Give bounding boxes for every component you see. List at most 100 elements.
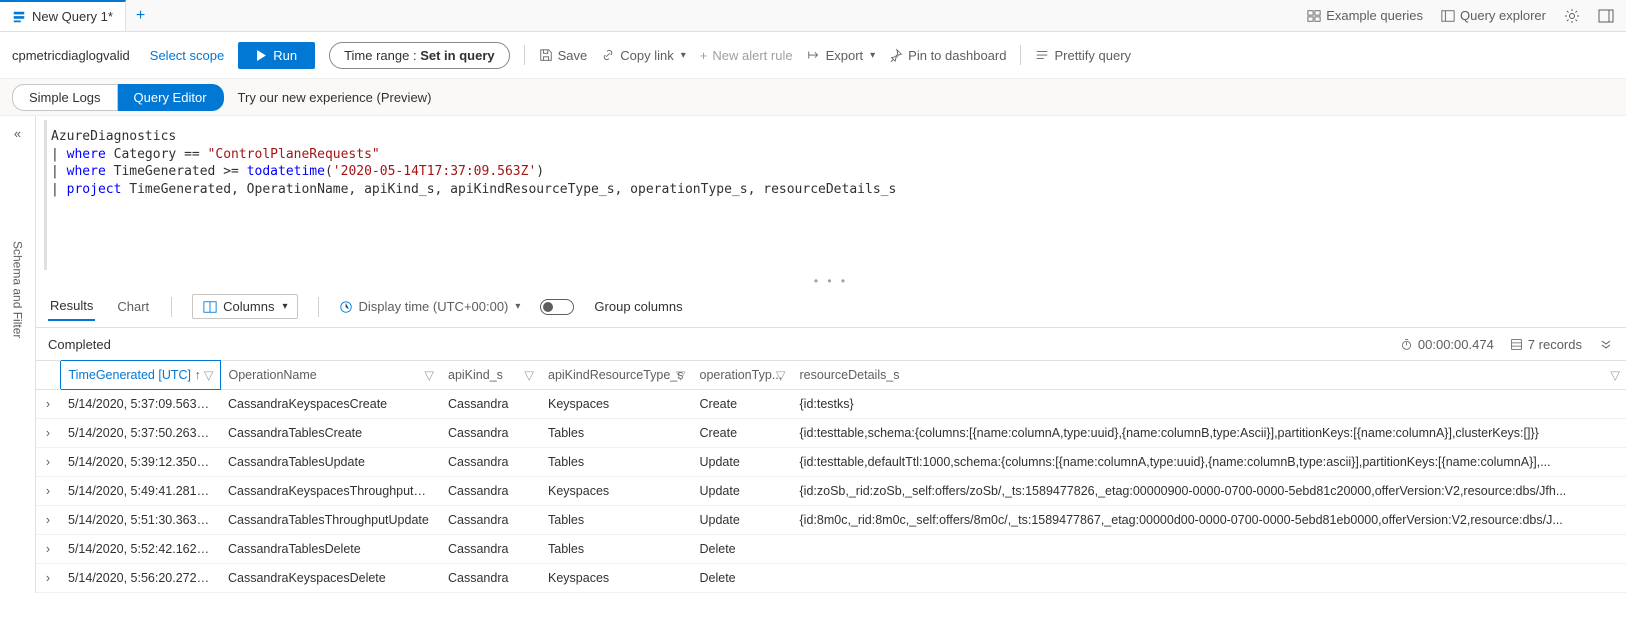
query-explorer-link[interactable]: Query explorer [1441,8,1546,23]
scope-name: cpmetricdiaglogvalid [12,48,130,63]
sidebar-expand-icon[interactable]: « [14,126,21,141]
table-row[interactable]: ›5/14/2020, 5:37:50.263 PMCassandraTable… [36,419,1626,448]
preview-link[interactable]: Try our new experience (Preview) [238,90,432,105]
cell-kind: Cassandra [440,390,540,419]
col-apikind[interactable]: apiKind_s▽ [440,361,540,390]
cell-kind: Cassandra [440,506,540,535]
example-queries-link[interactable]: Example queries [1307,8,1423,23]
query-editor[interactable]: AzureDiagnostics | where Category == "Co… [44,120,1626,270]
cell-details: {id:zoSb,_rid:zoSb,_self:offers/zoSb/,_t… [792,477,1626,506]
filter-icon[interactable]: ▽ [204,368,214,383]
cell-resourcetype: Keyspaces [540,390,692,419]
panel-icon[interactable] [1598,8,1614,24]
sort-asc-icon: ↑ [194,368,200,382]
collapse-all-icon[interactable] [1598,336,1614,352]
table-row[interactable]: ›5/14/2020, 5:39:12.350 PMCassandraTable… [36,448,1626,477]
cell-kind: Cassandra [440,535,540,564]
expand-row-icon[interactable]: › [36,419,60,448]
cell-time: 5/14/2020, 5:37:50.263 PM [60,419,220,448]
export-button[interactable]: Export ▾ [807,48,876,63]
prettify-button[interactable]: Prettify query [1035,48,1131,63]
new-alert-button[interactable]: + New alert rule [700,48,793,63]
sidebar: « Schema and Filter [0,116,36,593]
results-tab[interactable]: Results [48,292,95,321]
copy-link-button[interactable]: Copy link ▾ [601,48,686,63]
run-button[interactable]: Run [238,42,315,69]
col-resourcedetails[interactable]: resourceDetails_s▽ [792,361,1626,390]
cell-operation: CassandraKeyspacesDelete [220,564,440,593]
cell-resourcetype: Tables [540,535,692,564]
cell-operationtype: Update [692,448,792,477]
expand-row-icon[interactable]: › [36,564,60,593]
tab-bar: New Query 1* + Example queries Query exp… [0,0,1626,32]
cell-operationtype: Create [692,419,792,448]
results-table: TimeGenerated [UTC] ↑▽ OperationName▽ ap… [36,360,1626,593]
table-row[interactable]: ›5/14/2020, 5:49:41.281 PMCassandraKeysp… [36,477,1626,506]
table-row[interactable]: ›5/14/2020, 5:56:20.272 PMCassandraKeysp… [36,564,1626,593]
cell-time: 5/14/2020, 5:52:42.162 PM [60,535,220,564]
save-button[interactable]: Save [539,48,588,63]
mode-toggle: Simple Logs Query Editor [12,84,224,111]
sidebar-label[interactable]: Schema and Filter [11,241,25,338]
query-editor-pill[interactable]: Query Editor [118,84,224,111]
cell-operationtype: Update [692,477,792,506]
simple-logs-pill[interactable]: Simple Logs [12,84,118,111]
cell-operation: CassandraKeyspacesThroughputUpdate [220,477,440,506]
query-tab[interactable]: New Query 1* [0,0,126,31]
cell-resourcetype: Keyspaces [540,477,692,506]
display-time-button[interactable]: Display time (UTC+00:00) ▾ [339,299,520,314]
table-row[interactable]: ›5/14/2020, 5:37:09.563 PMCassandraKeysp… [36,390,1626,419]
record-count: 7 records [1510,337,1582,352]
col-operationtype[interactable]: operationTyp...▽ [692,361,792,390]
filter-icon[interactable]: ▽ [524,368,534,383]
group-columns-toggle[interactable] [540,299,574,315]
chevron-down-icon: ▾ [515,301,520,312]
divider [318,297,319,317]
col-operationname[interactable]: OperationName▽ [220,361,440,390]
cell-resourcetype: Keyspaces [540,564,692,593]
pin-button[interactable]: Pin to dashboard [889,48,1006,63]
cell-operationtype: Create [692,390,792,419]
mode-row: Simple Logs Query Editor Try our new exp… [0,78,1626,116]
columns-button[interactable]: Columns ▾ [192,294,298,319]
main-area: « Schema and Filter AzureDiagnostics | w… [0,116,1626,593]
filter-icon[interactable]: ▽ [1610,368,1620,383]
cell-details: {id:8m0c,_rid:8m0c,_self:offers/8m0c/,_t… [792,506,1626,535]
settings-icon[interactable] [1564,8,1580,24]
cell-details: {id:testtable,schema:{columns:[{name:col… [792,419,1626,448]
clock-icon [339,300,353,314]
group-columns-label: Group columns [594,299,682,314]
cell-details [792,564,1626,593]
expand-row-icon[interactable]: › [36,506,60,535]
expand-row-icon[interactable]: › [36,448,60,477]
cell-operationtype: Update [692,506,792,535]
plus-icon: + [700,48,708,63]
cell-details: {id:testks} [792,390,1626,419]
select-scope-link[interactable]: Select scope [150,48,224,63]
time-range-picker[interactable]: Time range : Set in query [329,42,510,69]
query-tab-label: New Query 1* [32,9,113,24]
expand-row-icon[interactable]: › [36,477,60,506]
cell-time: 5/14/2020, 5:56:20.272 PM [60,564,220,593]
cell-kind: Cassandra [440,419,540,448]
cell-operation: CassandraKeyspacesCreate [220,390,440,419]
filter-icon[interactable]: ▽ [676,368,686,383]
expand-row-icon[interactable]: › [36,390,60,419]
cell-time: 5/14/2020, 5:37:09.563 PM [60,390,220,419]
cell-details [792,535,1626,564]
table-row[interactable]: ›5/14/2020, 5:52:42.162 PM CassandraTable… [36,535,1626,564]
results-toolbar: Results Chart Columns ▾ Display time (UT… [36,286,1626,328]
col-timegenerated[interactable]: TimeGenerated [UTC] ↑▽ [60,361,220,390]
status-row: Completed 00:00:00.474 7 records [36,328,1626,360]
splitter[interactable]: • • • [36,274,1626,286]
table-row[interactable]: ›5/14/2020, 5:51:30.363 PMCassandraTable… [36,506,1626,535]
cell-kind: Cassandra [440,477,540,506]
cell-operation: CassandraTablesThroughputUpdate [220,506,440,535]
expand-row-icon[interactable]: › [36,535,60,564]
filter-icon[interactable]: ▽ [424,368,434,383]
new-tab-button[interactable]: + [126,7,155,25]
col-resourcetype[interactable]: apiKindResourceType_s▽ [540,361,692,390]
cell-operationtype: Delete [692,564,792,593]
filter-icon[interactable]: ▽ [776,368,786,383]
chart-tab[interactable]: Chart [115,293,151,320]
